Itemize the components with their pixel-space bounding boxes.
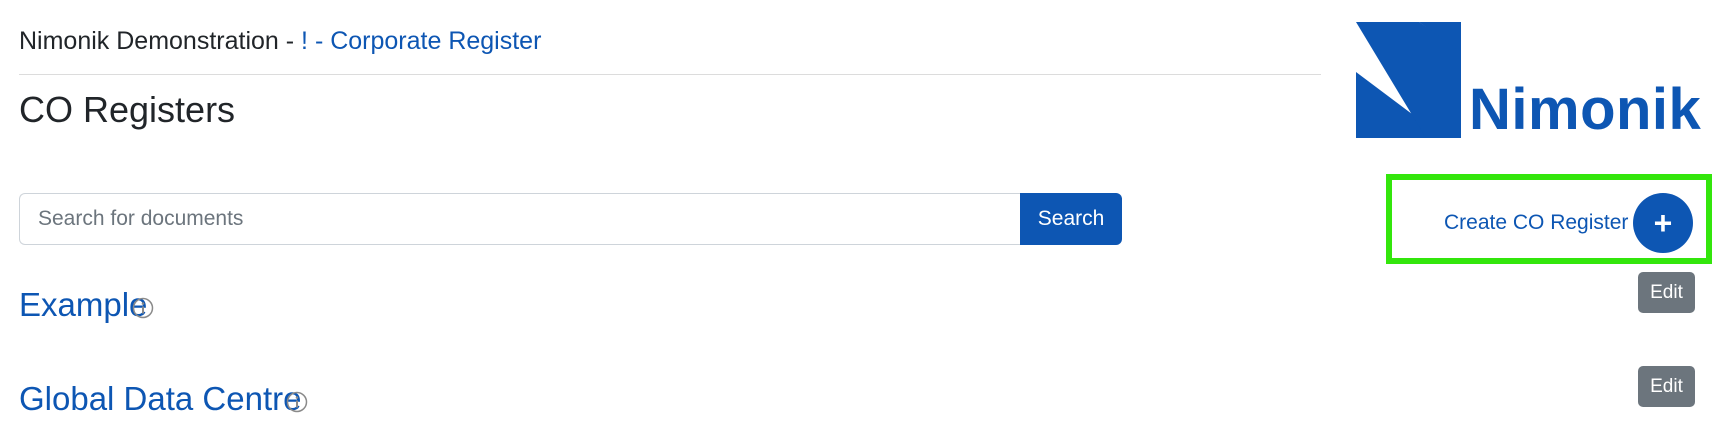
- edit-button[interactable]: Edit: [1638, 272, 1695, 313]
- search-group: Search: [19, 193, 1122, 245]
- create-register-link[interactable]: Create CO Register: [1444, 209, 1628, 237]
- organization-name: Nimonik Demonstration -: [19, 27, 295, 55]
- info-icon[interactable]: [132, 297, 154, 319]
- register-title-example[interactable]: Example: [19, 283, 147, 327]
- search-button[interactable]: Search: [1020, 193, 1122, 245]
- logo-wordmark: Nimonik: [1469, 77, 1702, 142]
- breadcrumb: Nimonik Demonstration - ! - Corporate Re…: [19, 24, 541, 58]
- info-icon[interactable]: [286, 391, 308, 413]
- edit-button[interactable]: Edit: [1638, 366, 1695, 407]
- create-register-button[interactable]: +: [1633, 193, 1693, 253]
- register-row: Example Edit: [19, 272, 1695, 327]
- plus-icon: +: [1653, 204, 1673, 241]
- header-divider: [19, 74, 1321, 75]
- register-title-global-data-centre[interactable]: Global Data Centre: [19, 377, 301, 421]
- page-title: CO Registers: [19, 89, 236, 130]
- register-row: Global Data Centre Edit: [19, 366, 1695, 421]
- breadcrumb-link-corporate-register[interactable]: ! - Corporate Register: [301, 27, 541, 55]
- search-input[interactable]: [19, 193, 1021, 245]
